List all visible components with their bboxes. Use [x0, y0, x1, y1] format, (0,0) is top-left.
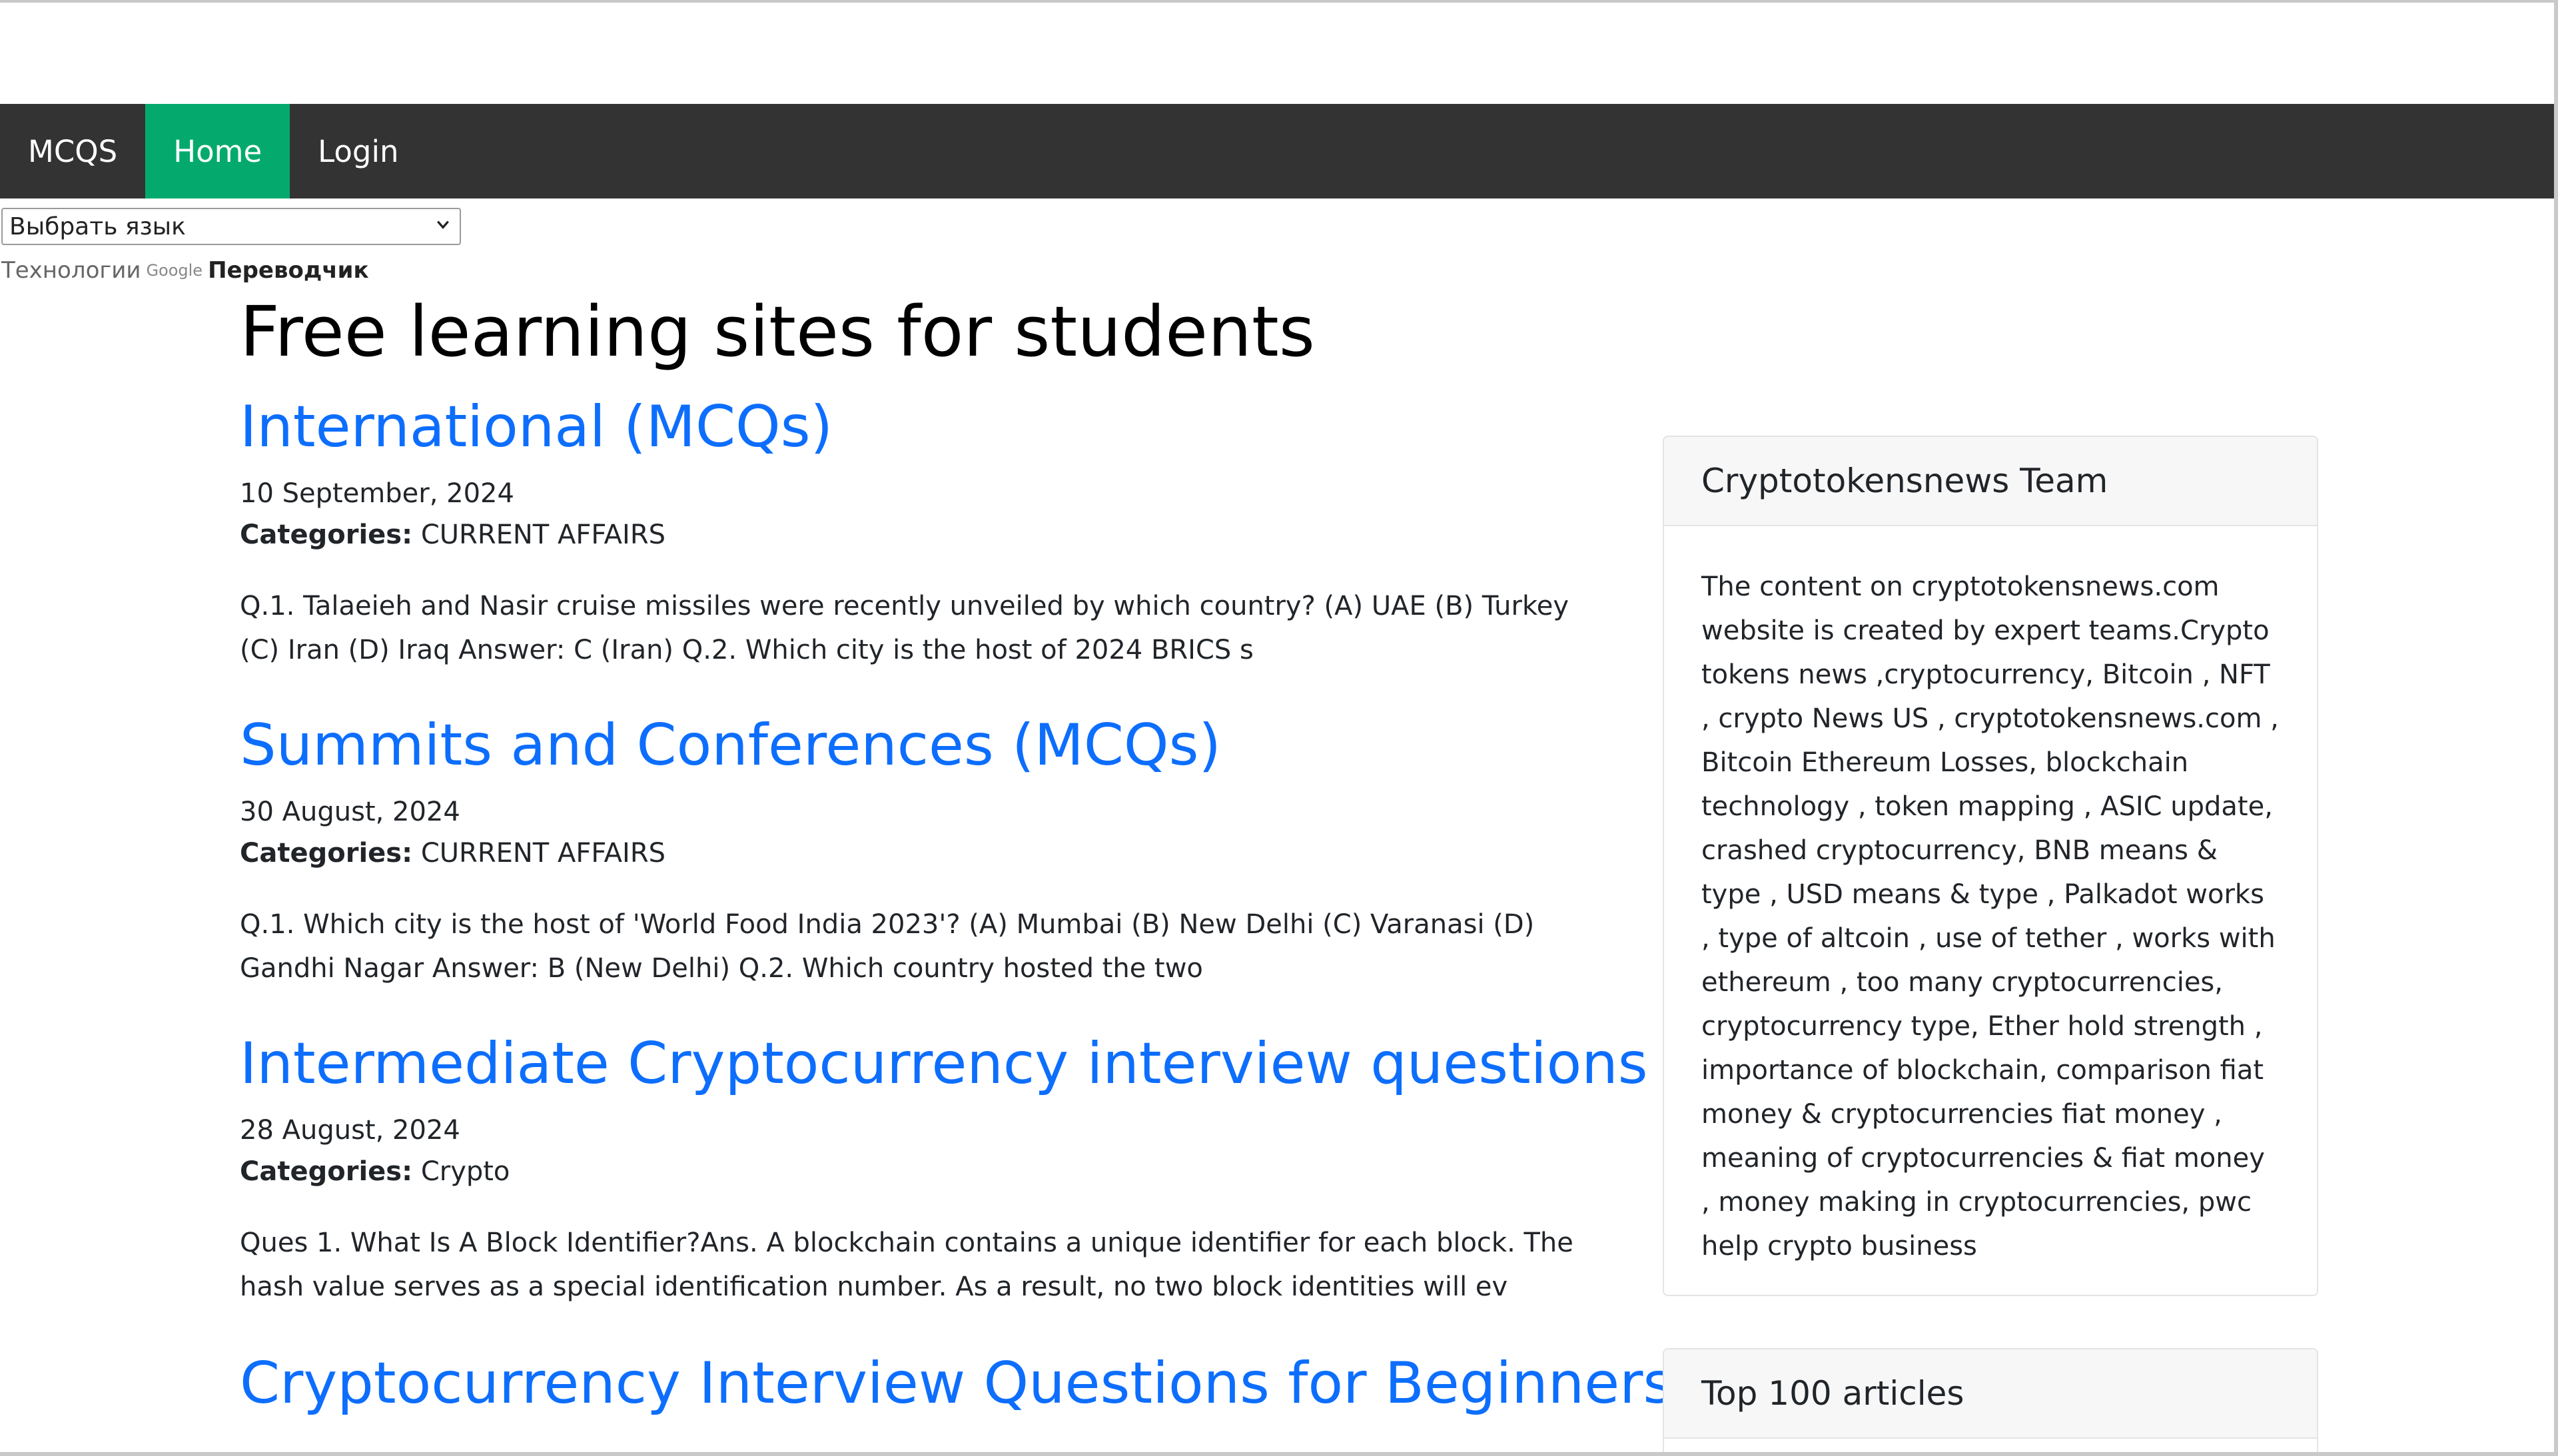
language-select-value: Выбрать язык [9, 212, 186, 240]
team-card: Cryptotokensnews Team The content on cry… [1663, 436, 2318, 1296]
post-excerpt: Q.1. Talaeieh and Nasir cruise missiles … [240, 591, 1569, 666]
translate-attribution: Технологии Google Переводчик [1, 257, 369, 284]
category-value: Crypto [420, 1156, 510, 1188]
post-item: Cryptocurrency Interview Questions for B… [240, 1349, 1673, 1418]
team-card-title: Cryptotokensnews Team [1664, 437, 2317, 526]
powered-prefix: Технологии [1, 257, 141, 284]
top-articles-title: Top 100 articles [1664, 1349, 2317, 1439]
post-title-link[interactable]: International (MCQs) [240, 393, 1592, 462]
post-item: Intermediate Cryptocurrency interview qu… [240, 1030, 1648, 1309]
nav-item-mcqs[interactable]: MCQS [0, 104, 145, 198]
post-categories: Categories: CURRENT AFFAIRS [240, 836, 1592, 871]
page-title: Free learning sites for students [240, 291, 1315, 372]
translator-link[interactable]: Переводчик [208, 257, 369, 284]
post-date: 10 September, 2024 [240, 478, 514, 510]
categories-label: Categories: [240, 520, 413, 551]
browser-viewport: MCQS Home Login Выбрать язык Технологии … [0, 0, 2558, 1456]
window-right-border [2554, 0, 2558, 1456]
top-navbar: MCQS Home Login [0, 104, 2554, 198]
window-top-border [0, 0, 2558, 3]
categories-label: Categories: [240, 838, 413, 869]
post-excerpt: Ques 1. What Is A Block Identifier?Ans. … [240, 1228, 1573, 1303]
category-value: CURRENT AFFAIRS [420, 520, 665, 551]
categories-label: Categories: [240, 1156, 413, 1188]
chevron-down-icon [437, 220, 449, 229]
post-excerpt: Q.1. Which city is the host of 'World Fo… [240, 909, 1535, 984]
nav-item-home[interactable]: Home [145, 104, 290, 198]
post-title-link[interactable]: Summits and Conferences (MCQs) [240, 711, 1592, 780]
window-bottom-border [0, 1452, 2558, 1456]
post-item: Summits and Conferences (MCQs) 30 August… [240, 711, 1592, 990]
post-item: International (MCQs) 10 September, 2024 … [240, 393, 1592, 672]
google-logo[interactable]: Google [146, 261, 203, 280]
post-date: 30 August, 2024 [240, 797, 460, 828]
post-categories: Categories: CURRENT AFFAIRS [240, 518, 1592, 552]
post-title-link[interactable]: Cryptocurrency Interview Questions for B… [240, 1349, 1673, 1418]
post-date: 28 August, 2024 [240, 1115, 460, 1146]
top-articles-card: Top 100 articles [1663, 1348, 2318, 1456]
post-title-link[interactable]: Intermediate Cryptocurrency interview qu… [240, 1030, 1648, 1098]
nav-item-login[interactable]: Login [290, 104, 426, 198]
team-card-body: The content on cryptotokensnews.com webs… [1701, 571, 2279, 1262]
post-categories: Categories: Crypto [240, 1154, 1592, 1189]
category-value: CURRENT AFFAIRS [420, 838, 665, 869]
language-select[interactable]: Выбрать язык [1, 208, 461, 245]
